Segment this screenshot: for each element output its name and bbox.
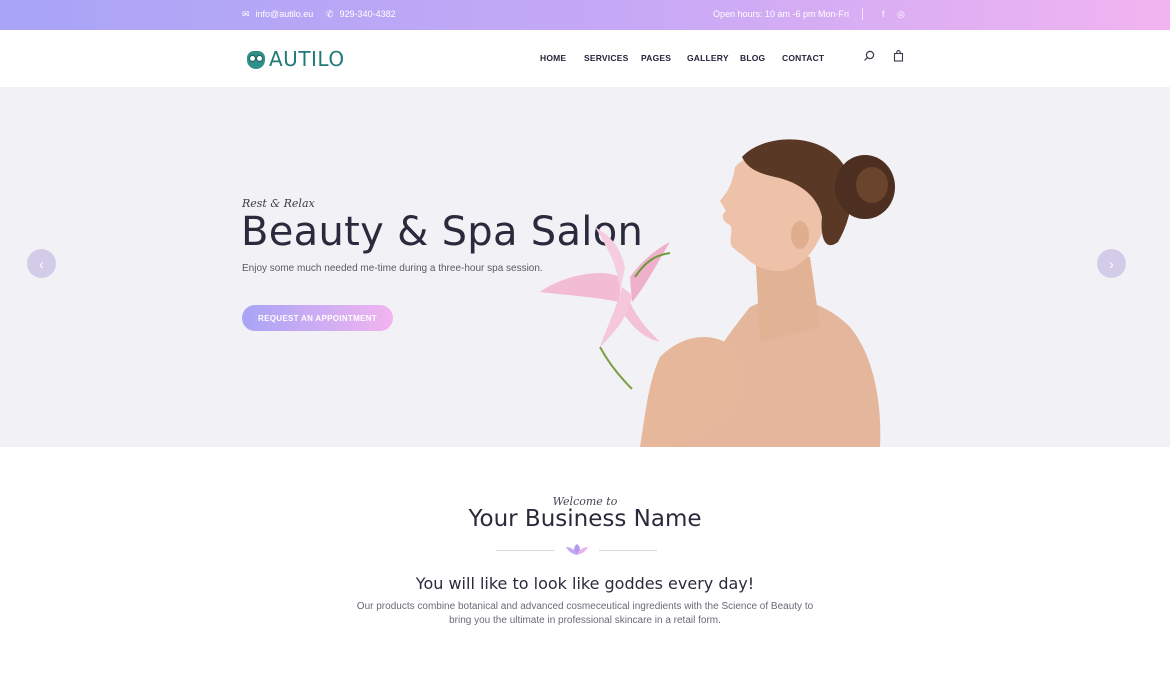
welcome-title: Your Business Name — [468, 506, 702, 532]
phone-contact[interactable]: ✆ 929-340-4382 — [326, 9, 396, 19]
facebook-icon[interactable]: f — [882, 9, 885, 19]
slider-prev-button[interactable]: ‹ — [27, 249, 56, 278]
nav-pages[interactable]: PAGES — [641, 53, 671, 63]
slider-next-button[interactable]: › — [1097, 249, 1126, 278]
site-header: AUTILO HOME SERVICES PAGES GALLERY BLOG … — [0, 30, 1170, 87]
logo[interactable]: AUTILO — [246, 47, 345, 71]
chevron-right-icon: › — [1109, 255, 1114, 272]
divider-line-left — [496, 550, 554, 551]
email-contact[interactable]: ✉ info@autilo.eu — [242, 9, 313, 19]
hero-slider: Rest & Relax Beauty & Spa Salon Enjoy so… — [0, 87, 1170, 447]
opening-hours: Open hours: 10 am -6 pm Mon-Fri — [713, 9, 849, 19]
shopping-bag-icon[interactable] — [893, 50, 904, 65]
search-icon[interactable] — [863, 50, 875, 65]
nav-contact[interactable]: CONTACT — [782, 53, 824, 63]
nav-home[interactable]: HOME — [540, 53, 566, 63]
request-appointment-button[interactable]: REQUEST AN APPOINTMENT — [242, 305, 393, 331]
owl-logo-icon — [246, 48, 266, 70]
hero-subtitle: Enjoy some much needed me-time during a … — [242, 263, 543, 274]
hero-model-image — [540, 139, 895, 447]
welcome-description: Our products combine botanical and advan… — [356, 601, 814, 626]
lotus-icon — [565, 543, 589, 562]
nav-services[interactable]: SERVICES — [584, 53, 628, 63]
chevron-left-icon: ‹ — [39, 255, 44, 272]
phone-text: 929-340-4382 — [339, 9, 396, 19]
envelope-icon: ✉ — [242, 8, 250, 19]
instagram-icon[interactable]: ◎ — [897, 9, 905, 20]
divider-line-right — [599, 550, 657, 551]
email-text: info@autilo.eu — [255, 9, 314, 19]
nav-gallery[interactable]: GALLERY — [687, 53, 729, 63]
welcome-tagline: You will like to look like goddes every … — [415, 574, 755, 593]
hours-text: Open hours: 10 am -6 pm Mon-Fri — [713, 9, 850, 19]
phone-icon: ✆ — [326, 8, 334, 19]
logo-text: AUTILO — [269, 47, 345, 71]
topbar-divider — [862, 8, 863, 20]
nav-blog[interactable]: BLOG — [740, 53, 765, 63]
top-bar: ✉ info@autilo.eu ✆ 929-340-4382 Open hou… — [0, 0, 1170, 30]
